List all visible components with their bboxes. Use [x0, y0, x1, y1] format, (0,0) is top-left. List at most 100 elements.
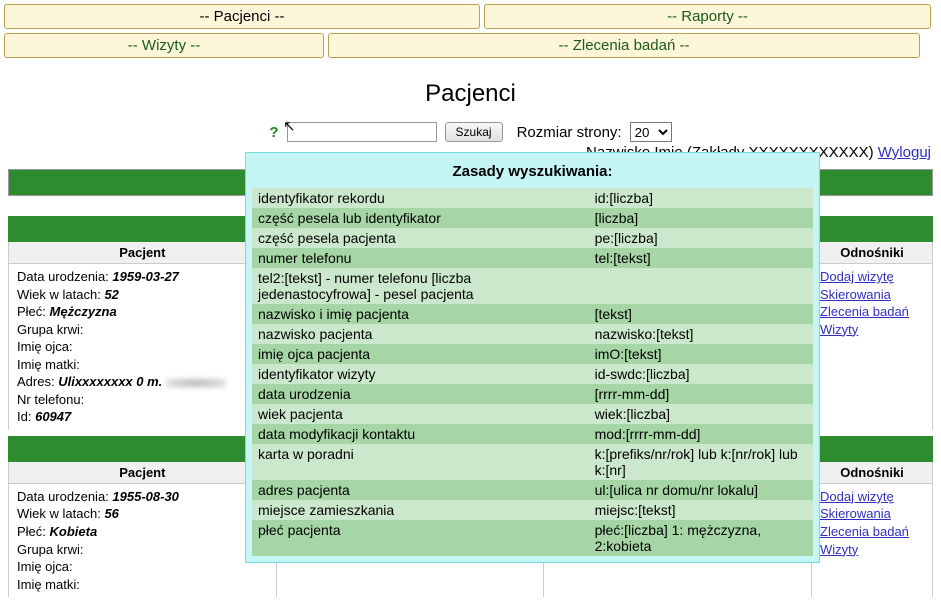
- link-referrals[interactable]: Skierowania: [820, 286, 924, 304]
- rules-cell-left: identyfikator wizyty: [252, 364, 589, 384]
- nav-label: -- Zlecenia badań --: [559, 37, 690, 54]
- rules-cell-left: wiek pacjenta: [252, 404, 589, 424]
- rules-cell-left: identyfikator rekordu: [252, 188, 589, 208]
- rules-row: karta w poradnik:[prefiks/nr/rok] lub k:…: [252, 444, 813, 480]
- rules-cell-left: numer telefonu: [252, 248, 589, 268]
- rules-cell-right: [589, 268, 813, 304]
- label-address: Adres:: [17, 374, 55, 389]
- value-age: 56: [104, 506, 118, 521]
- rules-row: adres pacjentaul:[ulica nr domu/nr lokal…: [252, 480, 813, 500]
- rules-cell-right: k:[prefiks/nr/rok] lub k:[nr/rok] lub k:…: [589, 444, 813, 480]
- label-blood: Grupa krwi:: [17, 322, 83, 337]
- rules-row: nazwisko pacjentanazwisko:[tekst]: [252, 324, 813, 344]
- rules-cell-left: płeć pacjenta: [252, 520, 589, 556]
- rules-cell-left: data urodzenia: [252, 384, 589, 404]
- col-header-patient: Pacjent: [9, 462, 276, 484]
- value-dob: 1955-08-30: [112, 489, 179, 504]
- col-header-links: Odnośniki: [812, 462, 932, 484]
- value-dob: 1959-03-27: [112, 269, 179, 284]
- label-sex: Płeć:: [17, 304, 46, 319]
- rules-title: Zasady wyszukiwania:: [252, 159, 813, 188]
- redacted-icon: [166, 378, 226, 388]
- nav-label: -- Wizyty --: [128, 37, 200, 54]
- rules-row: nazwisko i imię pacjenta[tekst]: [252, 304, 813, 324]
- nav-wizyty[interactable]: -- Wizyty --: [4, 33, 324, 58]
- rules-row: wiek pacjentawiek:[liczba]: [252, 404, 813, 424]
- value-sex: Kobieta: [50, 524, 98, 539]
- link-add-visit[interactable]: Dodaj wizytę: [820, 268, 924, 286]
- link-orders[interactable]: Zlecenia badań: [820, 303, 924, 321]
- rules-cell-right: pe:[liczba]: [589, 228, 813, 248]
- rules-row: identyfikator wizytyid-swdc:[liczba]: [252, 364, 813, 384]
- page-title: Pacjenci: [0, 80, 941, 108]
- rules-cell-right: mod:[rrrr-mm-dd]: [589, 424, 813, 444]
- label-father: Imię ojca:: [17, 559, 73, 574]
- label-id: Id:: [17, 409, 31, 424]
- rules-cell-left: imię ojca pacjenta: [252, 344, 589, 364]
- label-phone: Nr telefonu:: [17, 392, 84, 407]
- rules-cell-right: [liczba]: [589, 208, 813, 228]
- rules-cell-right: [tekst]: [589, 304, 813, 324]
- rules-cell-left: karta w poradni: [252, 444, 589, 480]
- label-age: Wiek w latach:: [17, 506, 101, 521]
- link-referrals[interactable]: Skierowania: [820, 505, 924, 523]
- page-size-label: Rozmiar strony:: [517, 124, 622, 141]
- rules-cell-right: miejsc:[tekst]: [589, 500, 813, 520]
- value-address: Ulixxxxxxxx 0 m.: [58, 374, 162, 389]
- page-size-select[interactable]: 20: [630, 122, 672, 142]
- rules-row: data modyfikacji kontaktumod:[rrrr-mm-dd…: [252, 424, 813, 444]
- nav-label: -- Pacjenci --: [199, 8, 284, 25]
- link-orders[interactable]: Zlecenia badań: [820, 523, 924, 541]
- nav-label: -- Raporty --: [667, 8, 748, 25]
- rules-row: imię ojca pacjentaimO:[tekst]: [252, 344, 813, 364]
- rules-row: tel2:[tekst] - numer telefonu [liczba je…: [252, 268, 813, 304]
- search-input[interactable]: [287, 122, 437, 142]
- rules-cell-right: [rrrr-mm-dd]: [589, 384, 813, 404]
- link-visits[interactable]: Wizyty: [820, 321, 924, 339]
- label-blood: Grupa krwi:: [17, 542, 83, 557]
- logout-link[interactable]: Wyloguj: [878, 144, 931, 161]
- col-header-patient: Pacjent: [9, 242, 276, 264]
- rules-cell-left: nazwisko pacjenta: [252, 324, 589, 344]
- col-header-links: Odnośniki: [812, 242, 932, 264]
- rules-row: numer telefonutel:[tekst]: [252, 248, 813, 268]
- rules-cell-left: data modyfikacji kontaktu: [252, 424, 589, 444]
- rules-cell-left: część pesela pacjenta: [252, 228, 589, 248]
- value-sex: Mężczyzna: [50, 304, 117, 319]
- search-rules-popup: Zasady wyszukiwania: identyfikator rekor…: [245, 152, 820, 563]
- rules-row: płeć pacjentapłeć:[liczba] 1: mężczyzna,…: [252, 520, 813, 556]
- rules-row: część pesela pacjentape:[liczba]: [252, 228, 813, 248]
- rules-cell-right: imO:[tekst]: [589, 344, 813, 364]
- link-visits[interactable]: Wizyty: [820, 541, 924, 559]
- label-age: Wiek w latach:: [17, 287, 101, 302]
- label-sex: Płeć:: [17, 524, 46, 539]
- value-id: 60947: [35, 409, 71, 424]
- rules-cell-right: ul:[ulica nr domu/nr lokalu]: [589, 480, 813, 500]
- nav-pacjenci[interactable]: -- Pacjenci --: [4, 4, 480, 29]
- rules-row: data urodzenia[rrrr-mm-dd]: [252, 384, 813, 404]
- label-mother: Imię matki:: [17, 577, 80, 592]
- rules-cell-left: część pesela lub identyfikator: [252, 208, 589, 228]
- help-icon[interactable]: ?: [269, 124, 278, 141]
- search-button[interactable]: Szukaj: [445, 122, 503, 142]
- rules-cell-right: id-swdc:[liczba]: [589, 364, 813, 384]
- rules-cell-right: nazwisko:[tekst]: [589, 324, 813, 344]
- label-father: Imię ojca:: [17, 339, 73, 354]
- rules-table: identyfikator rekorduid:[liczba]część pe…: [252, 188, 813, 556]
- nav-raporty[interactable]: -- Raporty --: [484, 4, 931, 29]
- nav-zlecenia[interactable]: -- Zlecenia badań --: [328, 33, 920, 58]
- rules-cell-right: id:[liczba]: [589, 188, 813, 208]
- rules-row: identyfikator rekorduid:[liczba]: [252, 188, 813, 208]
- label-mother: Imię matki:: [17, 357, 80, 372]
- rules-cell-right: tel:[tekst]: [589, 248, 813, 268]
- rules-cell-left: tel2:[tekst] - numer telefonu [liczba je…: [252, 268, 589, 304]
- rules-cell-left: miejsce zamieszkania: [252, 500, 589, 520]
- rules-cell-left: adres pacjenta: [252, 480, 589, 500]
- rules-cell-right: płeć:[liczba] 1: mężczyzna, 2:kobieta: [589, 520, 813, 556]
- value-age: 52: [104, 287, 118, 302]
- link-add-visit[interactable]: Dodaj wizytę: [820, 488, 924, 506]
- rules-row: część pesela lub identyfikator[liczba]: [252, 208, 813, 228]
- rules-row: miejsce zamieszkaniamiejsc:[tekst]: [252, 500, 813, 520]
- label-dob: Data urodzenia:: [17, 269, 109, 284]
- rules-cell-left: nazwisko i imię pacjenta: [252, 304, 589, 324]
